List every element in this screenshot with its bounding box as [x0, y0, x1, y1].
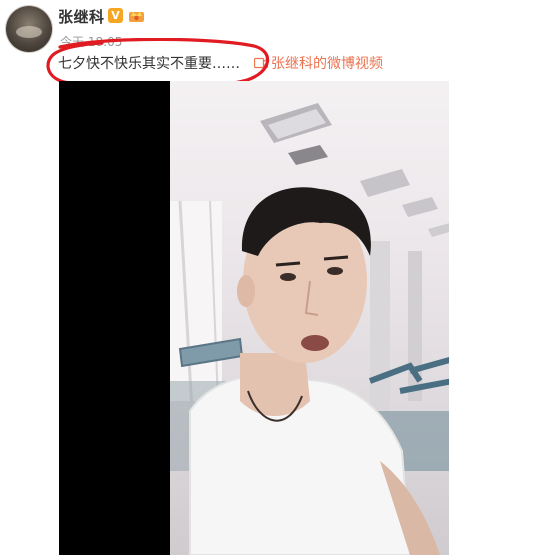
- video-thumbnail: [170, 103, 449, 555]
- video-frame: [170, 81, 449, 555]
- post-timestamp[interactable]: 今天 18:05: [60, 33, 122, 50]
- crown-icon[interactable]: [128, 7, 145, 23]
- post-text: 七夕快不快乐其实不重要……: [58, 56, 240, 72]
- video-player[interactable]: [59, 81, 449, 555]
- avatar[interactable]: [6, 6, 52, 52]
- verified-icon[interactable]: V: [108, 8, 123, 23]
- video-link[interactable]: 张继科的微博视频: [254, 53, 383, 73]
- video-icon: [254, 57, 268, 69]
- weibo-post: 张继科 V 今天 18:05 七夕快不快乐其实不重要…… 张继科的微博视频: [0, 0, 552, 555]
- username[interactable]: 张继科: [58, 6, 105, 27]
- avatar-highlight: [16, 26, 42, 38]
- video-link-label[interactable]: 张继科的微博视频: [271, 53, 383, 73]
